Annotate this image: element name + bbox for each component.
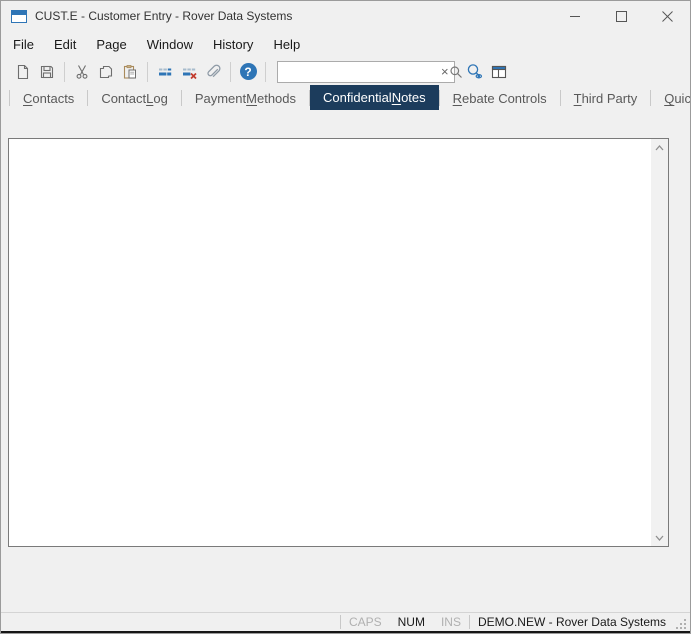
panes-icon[interactable] bbox=[487, 61, 511, 83]
tab-confidential-notes[interactable]: Confidential Notes bbox=[310, 85, 439, 110]
search-icon[interactable] bbox=[449, 62, 463, 82]
minimize-button[interactable] bbox=[552, 1, 598, 31]
copy-icon[interactable] bbox=[94, 61, 118, 83]
insert-line-icon[interactable] bbox=[153, 61, 177, 83]
tab-contacts[interactable]: Contacts bbox=[10, 88, 87, 109]
lookup-icon[interactable] bbox=[463, 61, 487, 83]
status-message: DEMO.NEW - Rover Data Systems bbox=[470, 615, 674, 629]
menu-bar: File Edit Page Window History Help bbox=[1, 31, 690, 58]
search-input[interactable] bbox=[278, 62, 441, 82]
attachment-icon[interactable] bbox=[201, 61, 225, 83]
title-bar: CUST.E - Customer Entry - Rover Data Sys… bbox=[1, 1, 690, 31]
status-bar: CAPS NUM INS DEMO.NEW - Rover Data Syste… bbox=[1, 612, 690, 631]
tab-rebate-controls[interactable]: Rebate Controls bbox=[440, 88, 560, 109]
caps-indicator: CAPS bbox=[341, 615, 390, 629]
maximize-button[interactable] bbox=[598, 1, 644, 31]
menu-window[interactable]: Window bbox=[137, 33, 203, 56]
paste-icon[interactable] bbox=[118, 61, 142, 83]
scroll-up-icon[interactable] bbox=[651, 139, 668, 156]
menu-history[interactable]: History bbox=[203, 33, 263, 56]
tab-payment-methods[interactable]: Payment Methods bbox=[182, 88, 309, 109]
delete-line-icon[interactable] bbox=[177, 61, 201, 83]
toolbar-separator bbox=[147, 62, 148, 82]
num-indicator: NUM bbox=[390, 615, 433, 629]
notes-scrollbar[interactable] bbox=[651, 139, 668, 546]
save-icon[interactable] bbox=[35, 61, 59, 83]
menu-edit[interactable]: Edit bbox=[44, 33, 86, 56]
tab-strip: ContactsContact LogPayment MethodsConfid… bbox=[1, 85, 690, 111]
cut-icon[interactable] bbox=[70, 61, 94, 83]
toolbar-separator bbox=[64, 62, 65, 82]
notes-panel bbox=[8, 138, 669, 547]
window-title: CUST.E - Customer Entry - Rover Data Sys… bbox=[35, 9, 292, 23]
tab-contact-log[interactable]: Contact Log bbox=[88, 88, 181, 109]
search-box: × bbox=[277, 61, 455, 83]
toolbar-separator bbox=[265, 62, 266, 82]
menu-help[interactable]: Help bbox=[263, 33, 310, 56]
search-clear-icon[interactable]: × bbox=[441, 62, 449, 82]
new-document-icon[interactable] bbox=[11, 61, 35, 83]
resize-grip[interactable] bbox=[674, 617, 688, 631]
menu-file[interactable]: File bbox=[3, 33, 44, 56]
help-icon[interactable]: ? bbox=[236, 61, 260, 83]
app-window-icon bbox=[11, 10, 27, 23]
toolbar-separator bbox=[230, 62, 231, 82]
app-window: CUST.E - Customer Entry - Rover Data Sys… bbox=[0, 0, 691, 634]
close-button[interactable] bbox=[644, 1, 690, 31]
toolbar: ? × bbox=[1, 58, 690, 85]
tab-third-party[interactable]: Third Party bbox=[561, 88, 651, 109]
menu-page[interactable]: Page bbox=[86, 33, 136, 56]
notes-textarea[interactable] bbox=[9, 139, 651, 546]
tab-quick-lists[interactable]: Quick Lists bbox=[651, 88, 691, 109]
scroll-down-icon[interactable] bbox=[651, 529, 668, 546]
tab-content-confidential-notes bbox=[1, 111, 690, 612]
ins-indicator: INS bbox=[433, 615, 469, 629]
